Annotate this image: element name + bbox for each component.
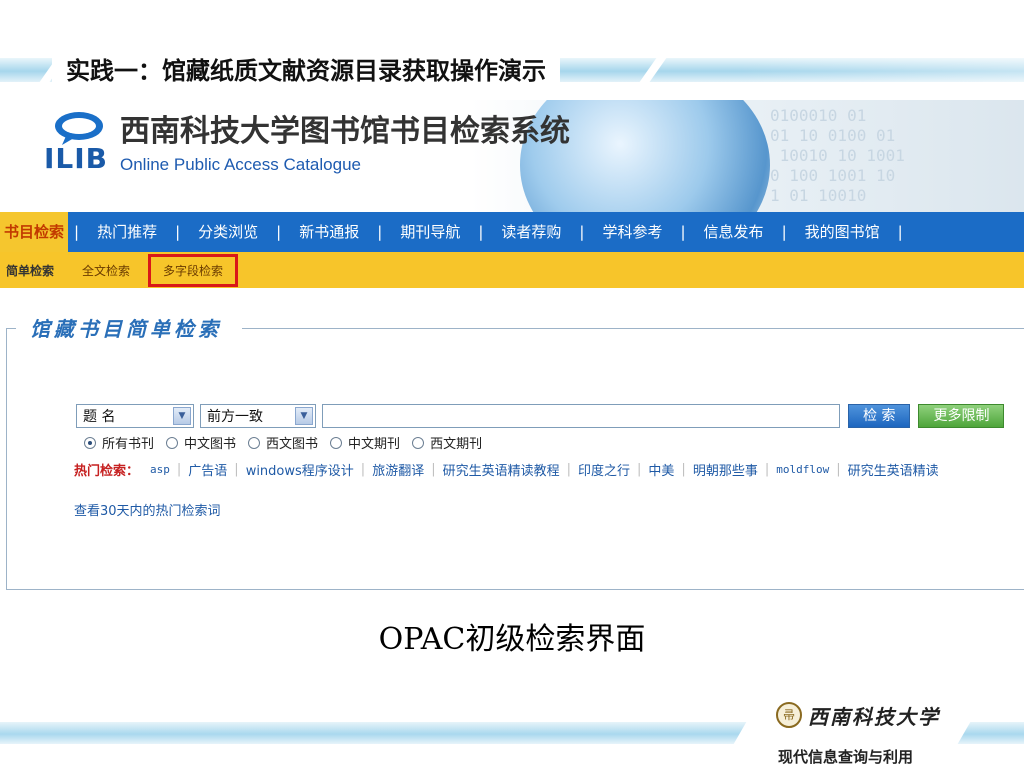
search-panel-frame xyxy=(6,328,1024,590)
nav-bibliographic-search[interactable]: 书目检索 xyxy=(0,212,69,252)
nav-new-books[interactable]: 新书通报 xyxy=(287,212,371,252)
nav-reader-recommend[interactable]: 读者荐购 xyxy=(489,212,573,252)
radio-chinese-journals[interactable] xyxy=(330,436,343,449)
main-nav: 书目检索 | 热门推荐 | 分类浏览 | 新书通报 | 期刊导航 | 读者荐购 … xyxy=(0,212,1024,252)
search-row: 题 名 ▼ 前方一致 ▼ 检 索 更多限制 xyxy=(76,404,1012,428)
opac-screenshot: 0100010 01 01 10 0100 01 10010 10 1001 0… xyxy=(0,100,1024,592)
radio-chinese-books[interactable] xyxy=(166,436,179,449)
opac-header: 0100010 01 01 10 0100 01 10010 10 1001 0… xyxy=(0,100,1024,212)
binary-decoration: 0100010 01 01 10 0100 01 10010 10 1001 0… xyxy=(770,106,905,205)
nav-my-library[interactable]: 我的图书馆 xyxy=(793,212,892,252)
system-subtitle: Online Public Access Catalogue xyxy=(120,155,361,174)
hot-term[interactable]: 研究生英语精读教程 xyxy=(436,460,567,479)
match-select[interactable]: 前方一致 ▼ xyxy=(200,404,316,428)
sub-nav: 简单检索 全文检索 多字段检索 xyxy=(0,252,1024,288)
course-name: 现代信息查询与利用 xyxy=(778,748,914,766)
hot-term[interactable]: asp xyxy=(143,463,177,476)
search-input[interactable] xyxy=(322,404,840,428)
university-seal-icon: 帚 xyxy=(776,702,802,728)
more-limits-button[interactable]: 更多限制 xyxy=(918,404,1005,428)
speech-bubble-logo-icon xyxy=(55,112,103,145)
system-title: 西南科技大学图书馆书目检索系统 xyxy=(120,114,570,149)
hot-term[interactable]: 研究生英语精读 xyxy=(841,460,946,479)
hot-term[interactable]: 明朝那些事 xyxy=(686,460,765,479)
nav-hot-recommend[interactable]: 热门推荐 xyxy=(85,212,169,252)
radio-all[interactable] xyxy=(84,436,96,449)
university-name: 西南科技大学 xyxy=(808,705,940,729)
hot-term[interactable]: 广告语 xyxy=(181,460,234,479)
tab-simple-search[interactable]: 简单检索 xyxy=(0,262,68,279)
tab-multi-field-search[interactable]: 多字段检索 xyxy=(148,253,239,287)
ilib-logo-text: ILIB xyxy=(44,142,109,175)
field-select[interactable]: 题 名 ▼ xyxy=(76,404,194,428)
tab-fulltext-search[interactable]: 全文检索 xyxy=(68,262,144,279)
nav-category-browse[interactable]: 分类浏览 xyxy=(186,212,270,252)
nav-info-release[interactable]: 信息发布 xyxy=(692,212,776,252)
panel-title: 馆藏书目简单检索 xyxy=(26,316,226,342)
radio-western-books[interactable] xyxy=(248,436,261,449)
nav-journal-guide[interactable]: 期刊导航 xyxy=(388,212,472,252)
slide-title: 实践一：馆藏纸质文献资源目录获取操作演示 xyxy=(52,52,560,90)
hot-term[interactable]: moldflow xyxy=(769,463,836,476)
hot-term[interactable]: 中美 xyxy=(641,460,681,479)
hot-terms-row: 热门检索： asp | 广告语 | windows程序设计 | 旅游翻译 | 研… xyxy=(74,460,946,479)
radio-western-journals[interactable] xyxy=(412,436,425,449)
hot-term[interactable]: 印度之行 xyxy=(571,460,637,479)
hot-term[interactable]: windows程序设计 xyxy=(239,460,361,479)
scope-radio-group: 所有书刊 中文图书 西文图书 中文期刊 西文期刊 xyxy=(80,433,490,452)
chevron-down-icon: ▼ xyxy=(295,407,313,425)
see-hot-terms-link[interactable]: 查看30天内的热门检索词 xyxy=(74,500,221,519)
chevron-down-icon: ▼ xyxy=(173,407,191,425)
nav-subject-reference[interactable]: 学科参考 xyxy=(590,212,674,252)
hot-terms-label: 热门检索： xyxy=(74,464,140,479)
search-button[interactable]: 检 索 xyxy=(848,404,911,428)
hot-term[interactable]: 旅游翻译 xyxy=(365,460,431,479)
slide-caption: OPAC初级检索界面 xyxy=(378,622,646,657)
